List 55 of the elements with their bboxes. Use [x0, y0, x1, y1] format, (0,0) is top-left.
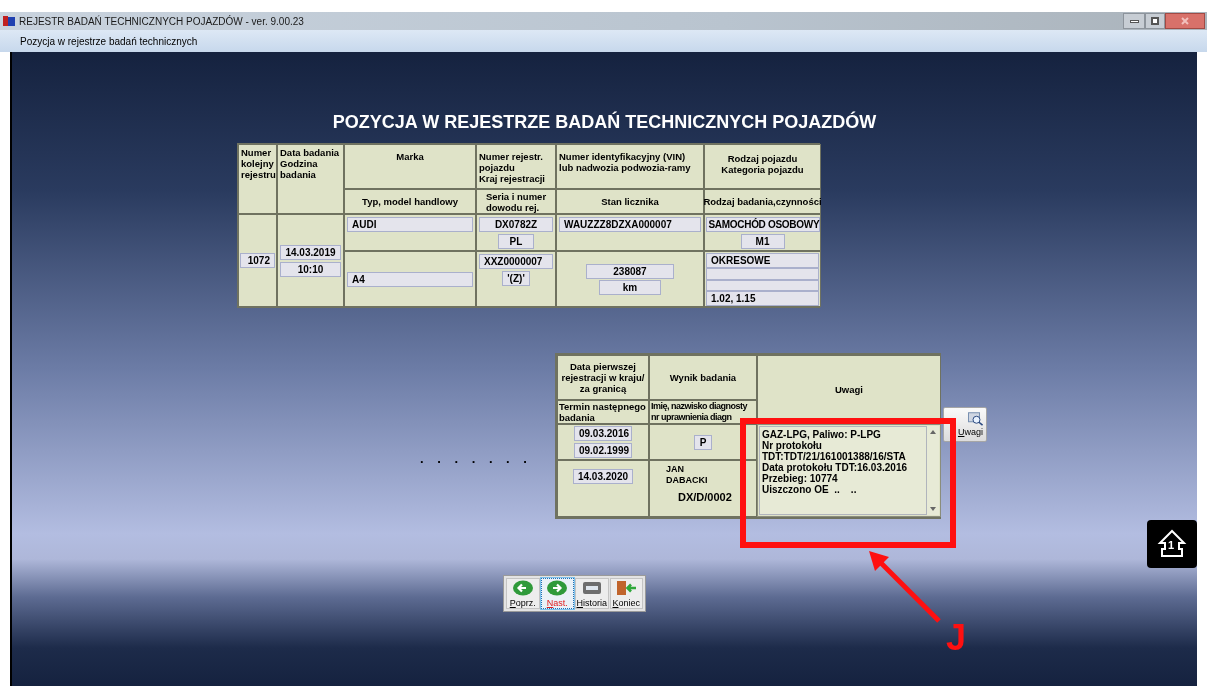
toolbar-button[interactable]: Historia: [575, 578, 609, 609]
field: 1.02, 1.15: [706, 291, 819, 306]
column-header: Uwagi: [834, 384, 863, 395]
column-header: Seria i numer dowodu rej.: [485, 190, 547, 213]
field: 09.02.1999: [573, 443, 632, 458]
field: 09.03.2016: [573, 426, 632, 441]
column-header: Numer kolejny rejestru: [241, 147, 274, 180]
remarks-line: Uiszczono OE .. ..: [761, 484, 858, 495]
remarks-line: Przebieg: 10774: [761, 473, 839, 484]
column-header: Termin następnego badania: [558, 401, 647, 423]
dotted-leader: . . . . . . .: [420, 450, 532, 468]
column-header: Numer identyfikacyjny (VIN) lub nadwozia podwozia-ramy: [559, 151, 692, 173]
field: DX0782Z: [479, 217, 553, 232]
remarks-line: Data protokołu TDT:16.03.2016: [761, 462, 908, 473]
annotation-label: J: [946, 618, 967, 658]
home-button[interactable]: 1: [1147, 520, 1197, 568]
field: OKRESOWE: [706, 253, 819, 268]
field: WAUZZZ8DZXA000007: [559, 217, 701, 232]
remarks-line: Nr protokołu: [761, 440, 823, 451]
page-heading: POZYCJA W REJESTRZE BADAŃ TECHNICZNYCH POJAZDÓW: [331, 110, 878, 134]
field: 238087: [586, 263, 674, 279]
field: km: [599, 279, 661, 295]
field: '(Z)': [502, 271, 530, 286]
column-header: Data pierwszej rejestracji w kraju/ za granicą: [561, 361, 645, 394]
field: 10:10: [280, 261, 341, 277]
toolbar-button[interactable]: Poprz.: [506, 578, 540, 609]
toolbar-button[interactable]: Nast.: [540, 578, 574, 609]
field: A4: [347, 271, 473, 287]
field: P: [693, 434, 712, 450]
field: PL: [498, 234, 534, 249]
column-header: Rodzaj pojazdu Kategoria pojazdu: [721, 153, 804, 175]
licence-number: DX/D/0002: [677, 490, 733, 505]
remarks-line: GAZ-LPG, Paliwo: P-LPG: [761, 429, 882, 440]
column-header: Data badania Godzina badania: [280, 147, 341, 180]
toolbar-button[interactable]: Koniec: [609, 578, 643, 609]
field: XXZ0000007: [479, 254, 553, 269]
diagnostician-name: JAN DABACKI: [665, 464, 709, 486]
column-header: Wynik badania: [669, 372, 737, 383]
remarks-textarea[interactable]: GAZ-LPG, Paliwo: P-LPG Nr protokołu TDT:TDT/21/161001388/16/STA Data protokołu TDT:16.03.2016 Przebieg: 10774 Uiszczono OE .. ..: [756, 424, 941, 517]
home-number: 1: [1168, 538, 1175, 553]
column-header: Stan licznika: [601, 196, 659, 207]
remarks-line: TDT:TDT/21/161001388/16/STA: [761, 451, 907, 462]
field: SAMOCHÓD OSOBOWY: [705, 217, 820, 232]
column-header: Marka: [396, 151, 424, 162]
column-header: Rodzaj badania,czynności: [703, 196, 822, 207]
field: M1: [740, 234, 785, 249]
window-title: REJESTR BADAŃ TECHNICZNYCH POJAZDÓW - ver. 9.00.23: [19, 14, 304, 29]
field: 14.03.2020: [572, 469, 633, 484]
column-header: Imię, nazwisko diagnosty nr uprawnienia diagn: [650, 401, 749, 423]
column-header: Typ, model handlowy: [362, 196, 458, 207]
subtitle: Pozycja w rejestrze badań technicznych: [20, 34, 198, 49]
field: 1072: [240, 253, 275, 268]
field: 14.03.2019: [280, 244, 341, 260]
field: AUDI: [347, 217, 473, 232]
column-header: Numer rejestr. pojazdu Kraj rejestracji: [479, 151, 546, 184]
